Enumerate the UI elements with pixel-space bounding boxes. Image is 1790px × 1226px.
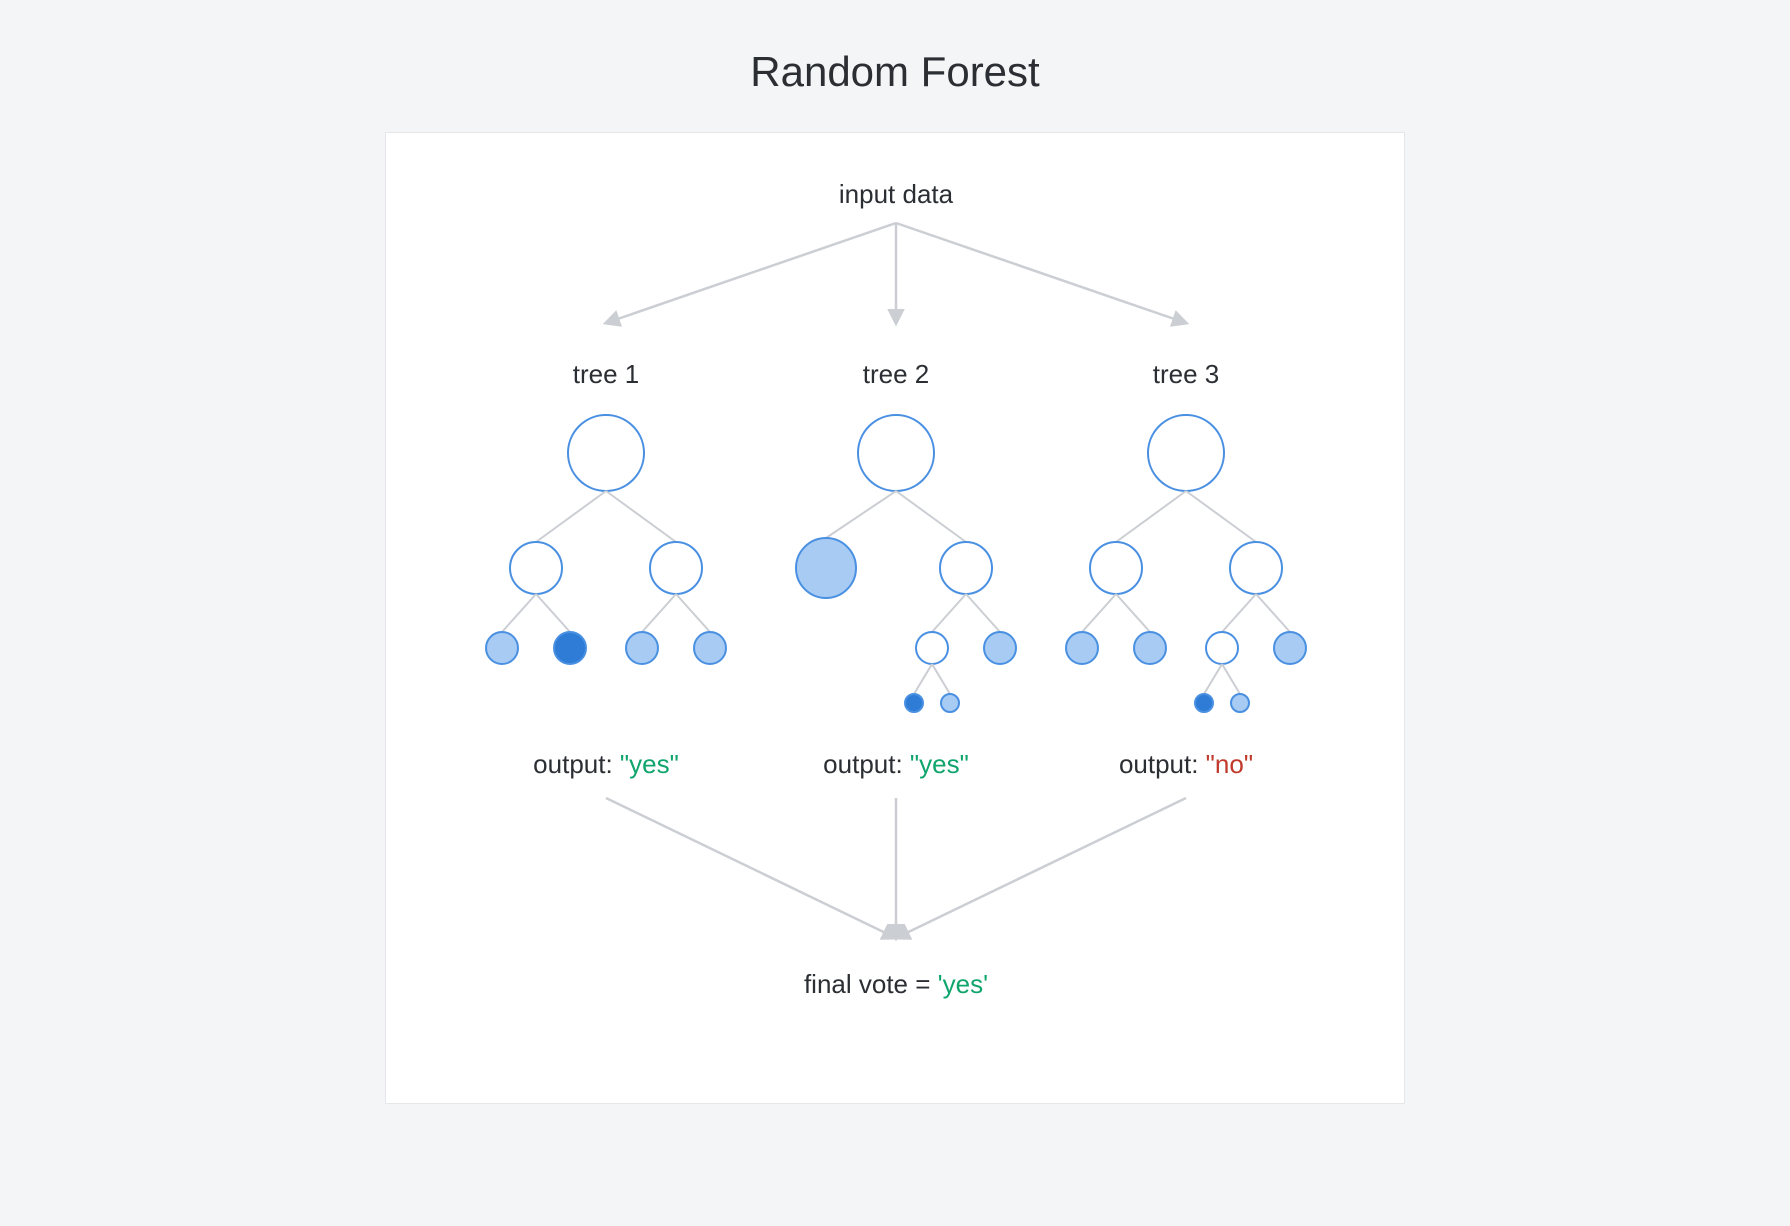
tree-branch	[1116, 594, 1150, 632]
tree-leaf-node	[626, 632, 658, 664]
tree-branch	[676, 594, 710, 632]
tree-tiny-node	[1231, 694, 1249, 712]
tree-node	[650, 542, 702, 594]
tree-label: tree 1	[573, 359, 640, 389]
tree-node	[1090, 542, 1142, 594]
tree-branch	[1116, 491, 1186, 542]
tree-label: tree 3	[1153, 359, 1220, 389]
tree-branch	[896, 491, 966, 542]
tree-branch	[1256, 594, 1290, 632]
tree-output: output: "yes"	[823, 749, 969, 779]
tree-root-node	[858, 415, 934, 491]
tree-branch	[536, 594, 570, 632]
tree-leaf-node	[916, 632, 948, 664]
tree-leaf-node	[486, 632, 518, 664]
tree-branch	[966, 594, 1000, 632]
tree-tiny-node	[905, 694, 923, 712]
input-label: input data	[839, 179, 954, 209]
tree-leaf-node	[1134, 632, 1166, 664]
tree-leaf-node	[1206, 632, 1238, 664]
tree-branch	[1222, 664, 1240, 694]
tree-root-node	[1148, 415, 1224, 491]
tree-leaf-node	[1066, 632, 1098, 664]
tree-branch	[1222, 594, 1256, 632]
tree-label: tree 2	[863, 359, 930, 389]
tree-branch	[502, 594, 536, 632]
tree-node	[1230, 542, 1282, 594]
arrow-icon	[896, 223, 1186, 323]
final-vote: final vote = 'yes'	[804, 969, 988, 999]
random-forest-diagram: input data tree 1 output: "yes" tree 2 outpu…	[406, 173, 1386, 1053]
arrow-icon	[896, 798, 1186, 938]
tree-branch	[914, 664, 932, 694]
arrow-icon	[606, 223, 896, 323]
tree-tiny-node	[1195, 694, 1213, 712]
diagram-card: input data tree 1 output: "yes" tree 2 outpu…	[385, 132, 1405, 1104]
tree-branch	[1186, 491, 1256, 542]
tree-leaf-node	[554, 632, 586, 664]
tree-branch	[536, 491, 606, 542]
tree-leaf-node	[984, 632, 1016, 664]
arrow-icon	[606, 798, 896, 938]
tree-branch	[1204, 664, 1222, 694]
tree-branch	[642, 594, 676, 632]
tree-output: output: "yes"	[533, 749, 679, 779]
tree-node	[796, 538, 856, 598]
tree-node	[940, 542, 992, 594]
tree-root-node	[568, 415, 644, 491]
tree-leaf-node	[694, 632, 726, 664]
tree-leaf-node	[1274, 632, 1306, 664]
diagram-title: Random Forest	[750, 48, 1039, 96]
tree-branch	[932, 664, 950, 694]
tree-branch	[932, 594, 966, 632]
tree-tiny-node	[941, 694, 959, 712]
tree-branch	[606, 491, 676, 542]
tree-node	[510, 542, 562, 594]
tree-branch	[826, 491, 896, 538]
tree-branch	[1082, 594, 1116, 632]
tree-output: output: "no"	[1119, 749, 1253, 779]
